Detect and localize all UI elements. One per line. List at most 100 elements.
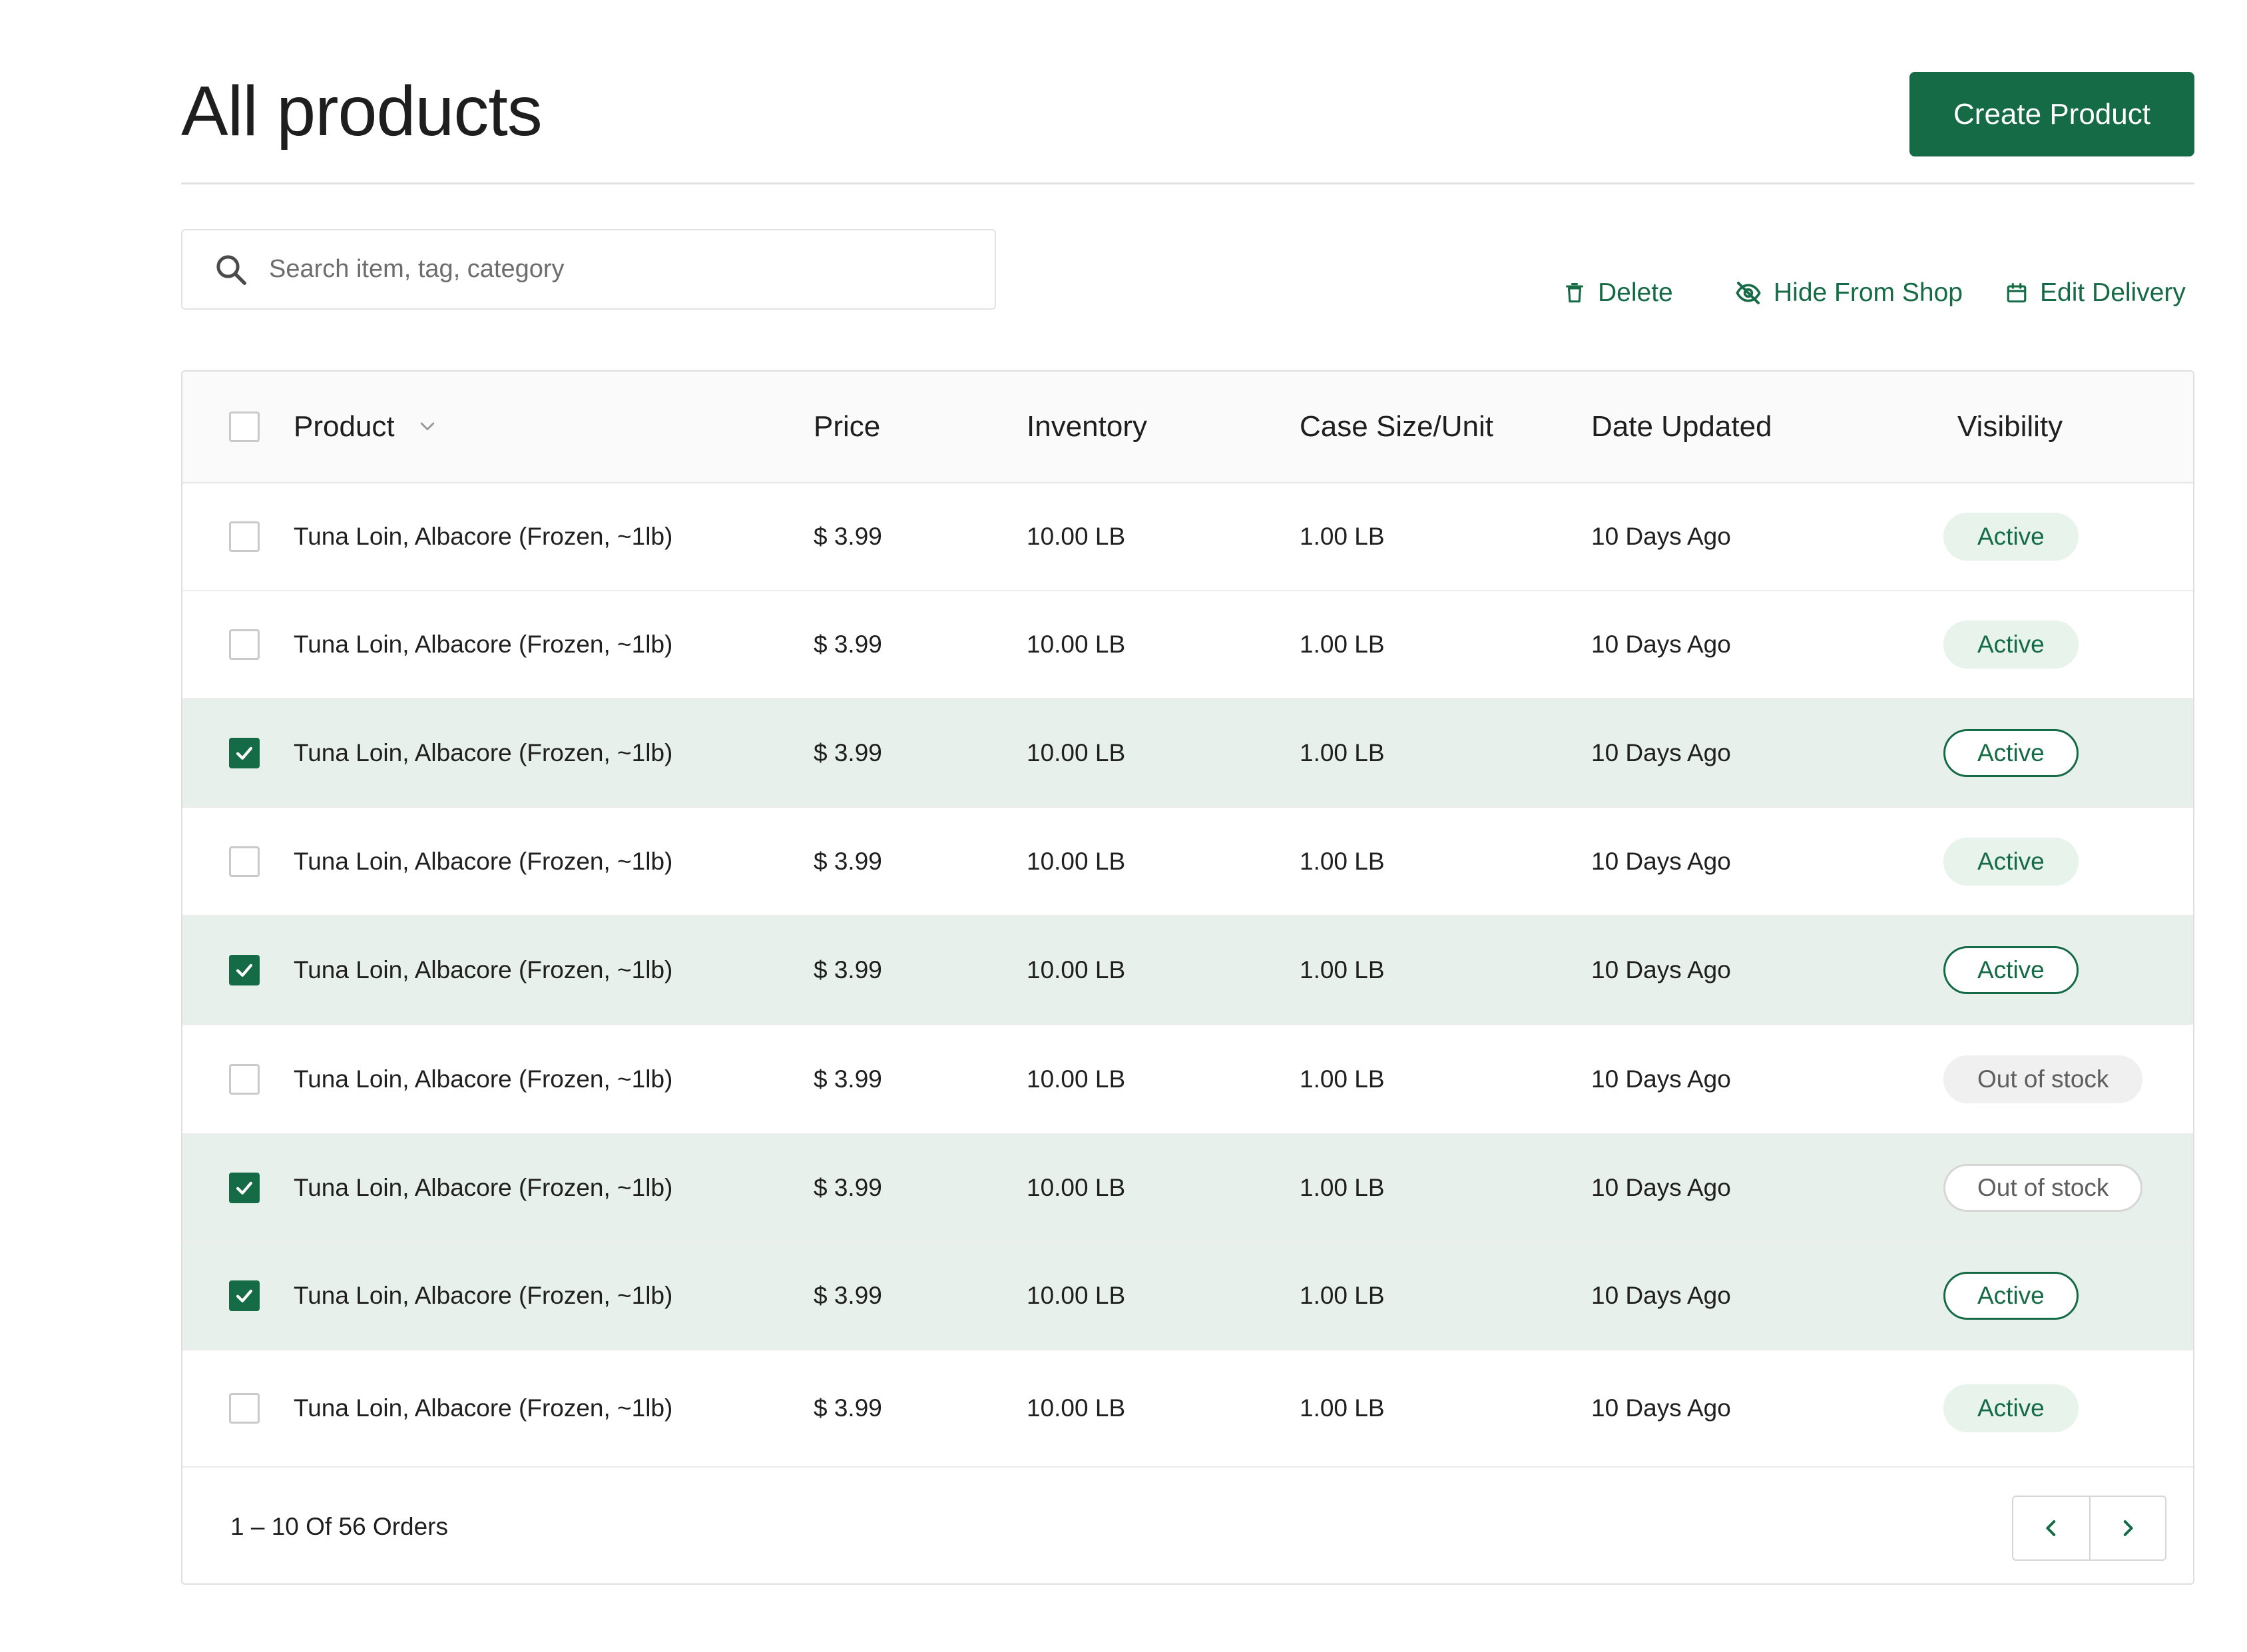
case-size-cell: 1.00 LB: [1300, 847, 1385, 875]
status-badge[interactable]: Active: [1943, 946, 2079, 994]
status-badge[interactable]: Active: [1943, 513, 2079, 561]
price-cell: $ 3.99: [814, 738, 882, 766]
price-cell: $ 3.99: [814, 631, 882, 658]
row-select-cell: [229, 1025, 260, 1133]
column-case-size: Case Size/Unit: [1300, 410, 1494, 443]
previous-page-button[interactable]: [2013, 1497, 2089, 1559]
search-icon: [216, 254, 246, 285]
row-select-cell: [229, 699, 260, 806]
case-size-cell: 1.00 LB: [1300, 523, 1385, 550]
table-row[interactable]: Tuna Loin, Albacore (Frozen, ~1lb) $ 3.99…: [182, 591, 2193, 699]
create-product-button[interactable]: Create Product: [1909, 72, 2194, 156]
date-updated-cell: 10 Days Ago: [1591, 523, 1731, 550]
column-date-updated: Date Updated: [1591, 410, 1772, 443]
table-footer: 1 – 10 Of 56 Orders: [182, 1468, 2193, 1583]
row-checkbox[interactable]: [229, 1393, 260, 1424]
calendar-icon: [2007, 282, 2027, 303]
next-page-button[interactable]: [2089, 1497, 2165, 1559]
inventory-cell: 10.00 LB: [1027, 738, 1126, 766]
status-badge[interactable]: Out of stock: [1943, 1164, 2143, 1212]
status-badge[interactable]: Active: [1943, 621, 2079, 669]
row-select-cell: [229, 808, 260, 915]
status-badge[interactable]: Out of stock: [1943, 1055, 2143, 1103]
date-updated-cell: 10 Days Ago: [1591, 1065, 1731, 1093]
edit-delivery-button[interactable]: Edit Delivery: [2005, 273, 2186, 313]
check-icon: [236, 1289, 253, 1302]
price-cell: $ 3.99: [814, 1394, 882, 1422]
visibility-cell: Active: [1943, 591, 2079, 698]
row-checkbox[interactable]: [229, 1173, 260, 1203]
case-size-cell: 1.00 LB: [1300, 738, 1385, 766]
visibility-cell: Active: [1943, 1242, 2079, 1349]
case-size-cell: 1.00 LB: [1300, 956, 1385, 983]
chevron-right-icon: [2123, 1520, 2133, 1536]
column-product-label: Product: [294, 410, 395, 443]
products-page: All products Create Product Delete Hide …: [0, 0, 2247, 1652]
date-updated-cell: 10 Days Ago: [1591, 847, 1731, 875]
status-badge[interactable]: Active: [1943, 837, 2079, 886]
price-cell: $ 3.99: [814, 847, 882, 875]
pagination-controls: [2012, 1496, 2166, 1561]
row-select-cell: [229, 1242, 260, 1349]
row-select-cell: [229, 591, 260, 698]
visibility-cell: Active: [1943, 808, 2079, 915]
status-badge[interactable]: Active: [1943, 728, 2079, 777]
table-row[interactable]: Tuna Loin, Albacore (Frozen, ~1lb) $ 3.99…: [182, 699, 2193, 808]
page-title: All products: [181, 72, 543, 150]
hide-from-shop-button[interactable]: Hide From Shop: [1735, 273, 1963, 313]
table-row[interactable]: Tuna Loin, Albacore (Frozen, ~1lb) $ 3.99…: [182, 916, 2193, 1025]
search-box[interactable]: [181, 229, 996, 310]
select-all-checkbox[interactable]: [229, 412, 260, 442]
visibility-cell: Active: [1943, 699, 2079, 806]
row-checkbox[interactable]: [229, 954, 260, 985]
check-icon: [236, 964, 253, 977]
row-checkbox[interactable]: [229, 1280, 260, 1311]
inventory-cell: 10.00 LB: [1027, 631, 1126, 658]
table-row[interactable]: Tuna Loin, Albacore (Frozen, ~1lb) $ 3.99…: [182, 1135, 2193, 1242]
row-checkbox[interactable]: [229, 521, 260, 552]
table-row[interactable]: Tuna Loin, Albacore (Frozen, ~1lb) $ 3.99…: [182, 483, 2193, 591]
row-checkbox[interactable]: [229, 1063, 260, 1095]
status-badge[interactable]: Active: [1943, 1272, 2079, 1320]
product-cell: Tuna Loin, Albacore (Frozen, ~1lb): [294, 1394, 673, 1422]
table-header: Product Price Inventory Case Size/Unit D…: [182, 372, 2193, 483]
row-select-cell: [229, 916, 260, 1023]
inventory-cell: 10.00 LB: [1027, 956, 1126, 983]
product-cell: Tuna Loin, Albacore (Frozen, ~1lb): [294, 631, 673, 658]
product-cell: Tuna Loin, Albacore (Frozen, ~1lb): [294, 847, 673, 875]
inventory-cell: 10.00 LB: [1027, 847, 1126, 875]
case-size-cell: 1.00 LB: [1300, 1174, 1385, 1201]
date-updated-cell: 10 Days Ago: [1591, 1394, 1731, 1422]
table-row[interactable]: Tuna Loin, Albacore (Frozen, ~1lb) $ 3.99…: [182, 1242, 2193, 1350]
pagination-summary: 1 – 10 Of 56 Orders: [230, 1513, 449, 1540]
inventory-cell: 10.00 LB: [1027, 1065, 1126, 1093]
product-cell: Tuna Loin, Albacore (Frozen, ~1lb): [294, 523, 673, 550]
table-row[interactable]: Tuna Loin, Albacore (Frozen, ~1lb) $ 3.99…: [182, 1350, 2193, 1468]
eye-off-icon: [1736, 282, 1761, 304]
status-badge[interactable]: Active: [1943, 1384, 2079, 1432]
row-select-cell: [229, 1135, 260, 1241]
row-checkbox[interactable]: [229, 629, 260, 660]
search-input[interactable]: [269, 242, 975, 296]
chevron-left-icon: [2046, 1520, 2056, 1536]
check-icon: [236, 1181, 253, 1195]
visibility-cell: Active: [1943, 916, 2079, 1023]
case-size-cell: 1.00 LB: [1300, 1282, 1385, 1309]
date-updated-cell: 10 Days Ago: [1591, 738, 1731, 766]
visibility-cell: Active: [1943, 483, 2079, 590]
column-product[interactable]: Product: [294, 372, 437, 482]
date-updated-cell: 10 Days Ago: [1591, 1174, 1731, 1201]
table-row[interactable]: Tuna Loin, Albacore (Frozen, ~1lb) $ 3.99…: [182, 808, 2193, 916]
inventory-cell: 10.00 LB: [1027, 523, 1126, 550]
row-checkbox[interactable]: [229, 846, 260, 877]
column-price: Price: [814, 410, 881, 443]
product-cell: Tuna Loin, Albacore (Frozen, ~1lb): [294, 1282, 673, 1309]
date-updated-cell: 10 Days Ago: [1591, 956, 1731, 983]
row-checkbox[interactable]: [229, 737, 260, 768]
check-icon: [236, 746, 253, 760]
delete-label: Delete: [1598, 278, 1673, 307]
case-size-cell: 1.00 LB: [1300, 1065, 1385, 1093]
delete-button[interactable]: Delete: [1563, 273, 1673, 313]
table-row[interactable]: Tuna Loin, Albacore (Frozen, ~1lb) $ 3.99…: [182, 1025, 2193, 1135]
price-cell: $ 3.99: [814, 1282, 882, 1309]
